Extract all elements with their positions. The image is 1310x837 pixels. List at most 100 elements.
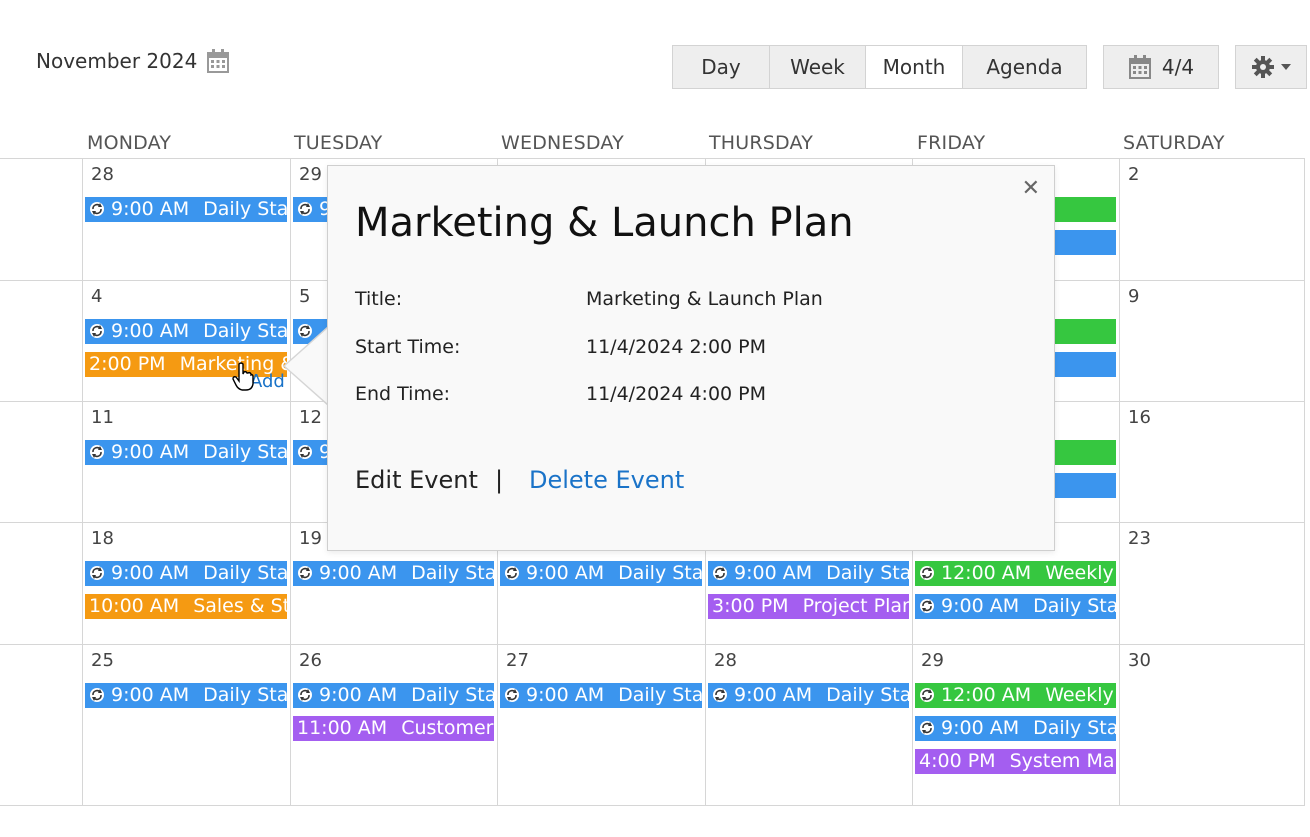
event-time: 2:00 PM [89,353,166,375]
day-name-friday: FRIDAY [917,132,986,154]
recurring-icon [298,445,312,459]
day-number[interactable]: 4 [91,286,102,307]
grid-vline [82,158,83,806]
day-number[interactable]: 9 [1128,286,1139,307]
event-title: Daily Standup [203,441,287,463]
event-time: 12:00 AM [941,684,1032,706]
chevron-down-icon [1281,64,1291,70]
calendar-event[interactable]: 9:00 AM Daily Standup [85,561,287,586]
calendar-event[interactable]: 11:00 AM Customer [293,716,494,741]
event-title: Daily Standup [203,684,287,706]
settings-button[interactable] [1235,45,1307,89]
title-value: Marketing & Launch Plan [586,288,823,310]
calendar-event[interactable]: 9:00 AM Daily Standup [915,716,1116,741]
calendar-event[interactable]: 9:00 AM Daily Standup [708,561,909,586]
event-time: 9:00 AM [111,320,190,342]
view-agenda-button[interactable]: Agenda [963,46,1086,88]
end-time-label: End Time: [355,383,451,405]
close-icon[interactable]: ✕ [1022,176,1040,201]
grid-hline [0,158,1305,159]
recurring-icon [298,566,312,580]
calendar-event[interactable]: 10:00 AM Sales & Strategy [85,594,287,619]
view-switcher: Day Week Month Agenda [672,45,1087,89]
day-number[interactable]: 29 [299,164,322,185]
calendar-event[interactable]: 4:00 PM System Maintenance [915,749,1116,774]
recurring-icon [90,202,104,216]
day-number[interactable]: 2 [1128,164,1139,185]
day-number[interactable]: 12 [299,407,322,428]
day-number[interactable]: 27 [506,650,529,671]
day-number[interactable]: 5 [299,286,310,307]
day-number[interactable]: 30 [1128,650,1151,671]
event-time: 9:00 AM [111,198,190,220]
day-number[interactable]: 26 [299,650,322,671]
event-time: 9:00 AM [319,562,398,584]
recurring-icon [505,566,519,580]
event-time: 9:00 AM [111,684,190,706]
grid-vline [1119,158,1120,806]
event-title: Daily Standup [618,562,702,584]
hand-cursor-icon [232,362,254,391]
recurring-icon [90,688,104,702]
day-name-wednesday: WEDNESDAY [501,132,624,154]
gear-icon [1252,56,1274,78]
calendar-event[interactable]: 9:00 AM Daily Standup [293,561,494,586]
calendar-event[interactable]: 9:00 AM Daily Standup [500,683,702,708]
calendar-event[interactable]: 9:00 AM Daily Standup [85,440,287,465]
recurring-icon [713,688,727,702]
calendar-event[interactable]: 9:00 AM Daily Standup [915,594,1116,619]
calendar-icon [1128,55,1151,79]
day-name-monday: MONDAY [87,132,172,154]
view-week-button[interactable]: Week [770,46,866,88]
calendar-event[interactable]: 9:00 AM Daily Standup [85,683,287,708]
event-title: Weekly [1045,562,1114,584]
recurring-icon [90,566,104,580]
calendar-icon[interactable] [207,49,230,73]
edit-event-link[interactable]: Edit Event [355,466,478,494]
event-title: Weekly [1045,684,1114,706]
day-number[interactable]: 16 [1128,407,1151,428]
popup-title: Marketing & Launch Plan [355,200,854,246]
event-title: Daily Standup [1033,717,1116,739]
calendar-event[interactable]: 9:00 AM Daily Standup [708,683,909,708]
day-number[interactable]: 23 [1128,528,1151,549]
start-time-value: 11/4/2024 2:00 PM [586,336,767,358]
add-event-link[interactable]: Add [250,371,285,392]
calendar-event[interactable]: 9:00 AM Daily Standup [500,561,702,586]
event-title: Daily Standup [411,684,494,706]
event-time: 9:00 AM [734,562,813,584]
recurring-icon [713,566,727,580]
event-title: Sales & Strategy [193,595,287,617]
calendar-event[interactable]: 3:00 PM Project Planning [708,594,909,619]
calendar-event[interactable]: 12:00 AM Weekly [915,561,1116,586]
calendar-event[interactable]: 12:00 AM Weekly [915,683,1116,708]
event-time: 4:00 PM [919,750,996,772]
recurring-icon [920,566,934,580]
event-time: 9:00 AM [941,595,1020,617]
event-time: 9:00 AM [111,441,190,463]
event-title: Customer [401,717,494,739]
day-number[interactable]: 29 [921,650,944,671]
delete-event-link[interactable]: Delete Event [529,466,684,494]
grid-vline [290,158,291,806]
event-title: Daily Standup [1033,595,1116,617]
calendar-event[interactable]: 9:00 AM Daily Standup [85,197,287,222]
popup-pointer-fill [285,328,328,404]
calendar-event[interactable]: 9:00 AM Daily Standup [85,319,287,344]
view-day-button[interactable]: Day [673,46,770,88]
calendar-event[interactable]: 9:00 AM Daily Standup [293,683,494,708]
day-number[interactable]: 28 [91,164,114,185]
event-title: Project Planning [802,595,909,617]
event-title: System Maintenance [1009,750,1116,772]
day-name-saturday: SATURDAY [1123,132,1225,154]
day-number[interactable]: 25 [91,650,114,671]
day-number[interactable]: 19 [299,528,322,549]
date-picker-button[interactable]: 4/4 [1103,45,1219,89]
view-month-button[interactable]: Month [866,46,963,88]
day-number[interactable]: 28 [714,650,737,671]
day-number[interactable]: 11 [91,407,114,428]
event-time: 9:00 AM [319,684,398,706]
event-title: Daily Standup [618,684,702,706]
day-number[interactable]: 18 [91,528,114,549]
month-header: November 2024 [36,49,230,73]
